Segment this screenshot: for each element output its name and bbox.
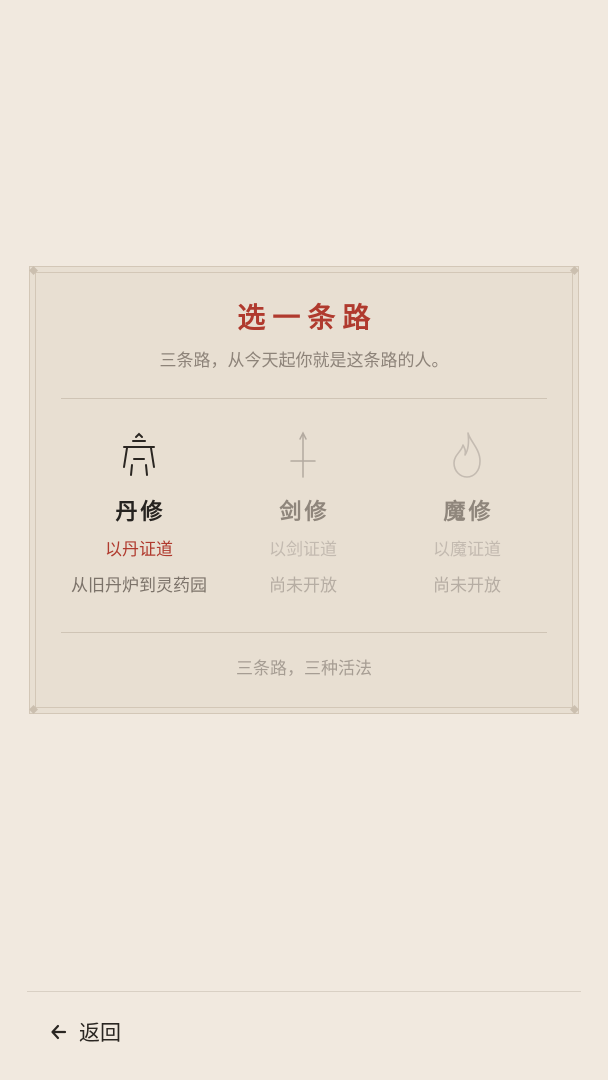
path-motto: 以丹证道 [105, 540, 173, 560]
divider [61, 632, 547, 633]
path-option-sword: 剑修 以剑证道 尚未开放 [221, 427, 385, 597]
path-option-demon: 魔修 以魔证道 尚未开放 [385, 427, 549, 597]
path-description: 尚未开放 [269, 576, 337, 596]
path-description: 从旧丹炉到灵药园 [71, 576, 207, 596]
path-name: 魔修 [443, 500, 494, 525]
flame-icon [385, 427, 549, 483]
path-name: 丹修 [115, 500, 166, 525]
corner-ornament-icon [29, 705, 38, 714]
bottom-divider [27, 991, 581, 992]
dialog-subtitle: 三条路，从今天起你就是这条路的人。 [159, 351, 449, 371]
dialog-title: 选一条路 [237, 301, 378, 334]
back-label: 返回 [79, 1021, 121, 1045]
corner-ornament-icon [570, 266, 579, 275]
dialog-footer-note: 三条路，三种活法 [236, 659, 372, 679]
arrow-left-icon [49, 1022, 69, 1042]
path-description: 尚未开放 [433, 576, 501, 596]
choose-path-dialog: 选一条路 三条路，从今天起你就是这条路的人。 丹修 以丹证道 从旧丹炉到灵药园 [29, 266, 579, 714]
path-motto: 以剑证道 [269, 540, 337, 560]
path-option-alchemy[interactable]: 丹修 以丹证道 从旧丹炉到灵药园 [57, 427, 221, 597]
cauldron-icon [57, 427, 221, 483]
corner-ornament-icon [570, 705, 579, 714]
divider [61, 398, 547, 399]
path-motto: 以魔证道 [433, 540, 501, 560]
back-button[interactable]: 返回 [49, 1015, 121, 1049]
corner-ornament-icon [29, 266, 38, 275]
path-name: 剑修 [279, 500, 330, 525]
sword-icon [221, 427, 385, 483]
